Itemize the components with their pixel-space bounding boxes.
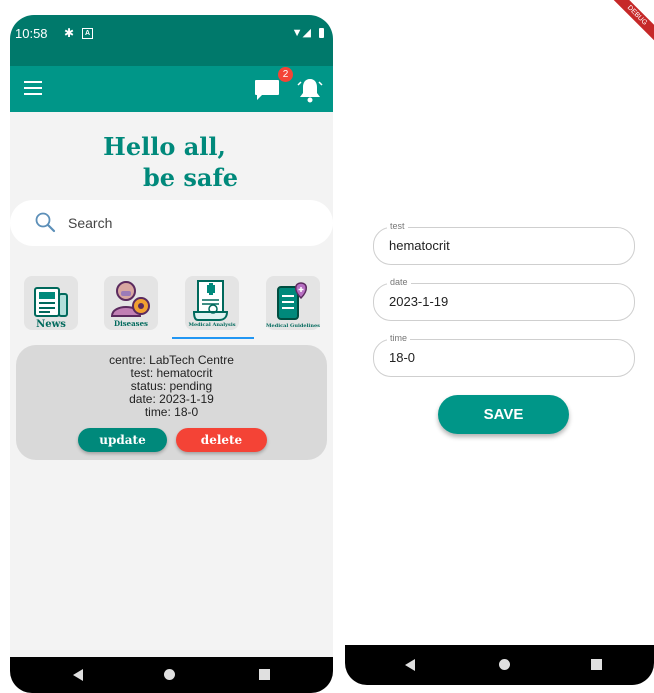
medical-report-icon (192, 280, 229, 321)
category-medical-guidelines[interactable]: Medical Guidelines (266, 276, 320, 330)
battery-icon (319, 28, 324, 38)
category-medical-analysis-label: Medical Analysis (188, 322, 236, 328)
category-news[interactable]: News (24, 276, 78, 330)
home-screen: 10:58 ✱ A ▼◢ 2 Hello all, be safe Search (10, 15, 333, 693)
back-icon[interactable] (73, 669, 83, 681)
test-field-value[interactable]: hematocrit (389, 238, 450, 253)
category-diseases[interactable]: Diseases (104, 276, 158, 330)
card-status: status: pending (130, 379, 213, 393)
home-icon[interactable] (164, 669, 175, 680)
chat-icon[interactable] (254, 79, 280, 101)
test-field-label: test (387, 221, 408, 231)
home-icon[interactable] (499, 659, 510, 670)
date-field-label: date (387, 277, 411, 287)
newspaper-icon (34, 287, 68, 317)
selected-category-indicator (172, 337, 254, 339)
time-field-label: time (387, 333, 411, 343)
edit-analysis-screen: DEBUG test hematocrit date 2023-1-19 tim… (345, 0, 654, 685)
debug-ribbon: DEBUG (608, 0, 654, 45)
time-field-value[interactable]: 18-0 (389, 350, 415, 365)
app-bar: 2 (10, 66, 333, 112)
bell-icon[interactable] (297, 76, 323, 104)
save-button[interactable]: SAVE (438, 395, 569, 434)
date-field[interactable]: date 2023-1-19 (373, 277, 635, 321)
time-field[interactable]: time 18-0 (373, 333, 635, 377)
disease-person-icon (110, 281, 150, 317)
signal-icon: ▼◢ (291, 27, 311, 39)
status-bar: 10:58 ✱ A ▼◢ (10, 15, 333, 66)
search-input[interactable]: Search (68, 215, 112, 231)
category-medical-guidelines-label: Medical Guidelines (266, 323, 320, 329)
card-date: date: 2023-1-19 (129, 392, 214, 406)
greeting-line-1: Hello all, (103, 132, 226, 161)
navigation-bar (345, 645, 654, 685)
chat-badge: 2 (278, 67, 293, 82)
update-button[interactable]: update (78, 428, 167, 452)
greeting-line-2: be safe (142, 163, 239, 192)
card-centre: centre: LabTech Centre (109, 353, 234, 367)
delete-button[interactable]: delete (176, 428, 267, 452)
card-time: time: 18-0 (144, 405, 199, 419)
menu-icon[interactable] (24, 81, 42, 95)
search-icon (35, 212, 56, 233)
search-bar[interactable]: Search (10, 200, 333, 246)
category-diseases-label: Diseases (114, 319, 148, 328)
test-field[interactable]: test hematocrit (373, 221, 635, 265)
guidelines-phone-icon (277, 282, 307, 320)
category-medical-analysis[interactable]: Medical Analysis (185, 276, 239, 330)
category-news-label: News (36, 319, 66, 330)
settings-gear-icon: ✱ (64, 26, 75, 40)
navigation-bar (10, 657, 333, 693)
notification-a-icon: A (82, 28, 93, 39)
back-icon[interactable] (405, 659, 415, 671)
recents-icon[interactable] (259, 669, 270, 680)
status-time: 10:58 (15, 26, 48, 41)
date-field-value[interactable]: 2023-1-19 (389, 294, 448, 309)
analysis-card: centre: LabTech Centre test: hematocrit … (16, 345, 327, 460)
recents-icon[interactable] (591, 659, 602, 670)
card-test: test: hematocrit (130, 366, 213, 380)
